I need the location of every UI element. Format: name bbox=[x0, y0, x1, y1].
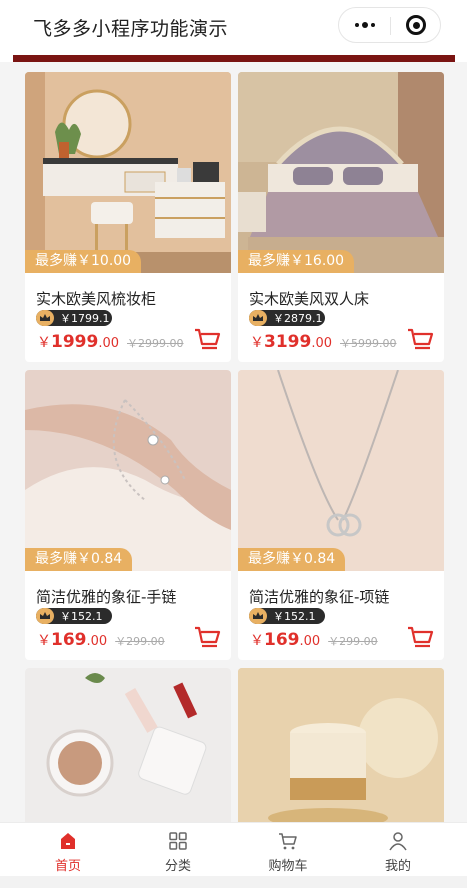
price: ￥169.00 ￥299.00 bbox=[37, 630, 165, 650]
product-image[interactable]: 最多赚￥0.84 bbox=[238, 370, 444, 571]
cart-icon bbox=[279, 833, 297, 850]
tab-category[interactable]: 分类 bbox=[120, 823, 236, 877]
price: ￥1999.00 ￥2999.00 bbox=[37, 332, 184, 352]
price-decimal: .00 bbox=[299, 634, 321, 649]
product-card[interactable]: 最多赚￥0.84 简洁优雅的象征-项链 ￥152.1 ￥169.00 ￥299.0… bbox=[238, 370, 444, 660]
tab-home[interactable]: 首页 bbox=[10, 823, 126, 877]
tab-label: 我的 bbox=[384, 859, 411, 874]
earn-badge: 最多赚￥0.84 bbox=[238, 548, 346, 571]
price-integer: 3199 bbox=[264, 332, 312, 352]
original-price: ￥2999.00 bbox=[127, 337, 184, 350]
product-image[interactable] bbox=[238, 668, 444, 822]
product-title: 简洁优雅的象征-手链 bbox=[36, 588, 177, 606]
product-card[interactable]: 最多赚￥0.84 简洁优雅的象征-手链 ￥152.1 ￥169.00 ￥299.0… bbox=[25, 370, 231, 660]
tab-bar: 首页 分类 购物车 我的 bbox=[0, 822, 467, 876]
vip-price: ￥2879.1 bbox=[273, 312, 323, 325]
price-decimal: .00 bbox=[86, 634, 108, 649]
vip-price: ￥152.1 bbox=[273, 610, 316, 623]
original-price: ￥5999.00 bbox=[340, 337, 397, 350]
close-button[interactable] bbox=[391, 8, 441, 42]
price: ￥3199.00 ￥5999.00 bbox=[250, 332, 397, 352]
currency-symbol: ￥ bbox=[37, 335, 51, 351]
currency-symbol: ￥ bbox=[37, 633, 51, 649]
product-card[interactable]: 最多赚￥10.00 实木欧美风梳妆柜 ￥1799.1 ￥1999.00 ￥2999… bbox=[25, 72, 231, 362]
earn-badge: 最多赚￥16.00 bbox=[238, 250, 355, 273]
product-image[interactable]: 最多赚￥10.00 bbox=[25, 72, 231, 273]
product-title: 实木欧美风双人床 bbox=[249, 290, 370, 308]
product-card[interactable]: 最多赚￥16.00 实木欧美风双人床 ￥2879.1 ￥3199.00 ￥5999… bbox=[238, 72, 444, 362]
tab-label: 首页 bbox=[54, 859, 81, 874]
add-to-cart-icon[interactable] bbox=[193, 327, 221, 353]
target-circle-icon bbox=[406, 15, 426, 35]
mini-program-capsule bbox=[338, 7, 441, 43]
user-icon bbox=[389, 832, 407, 851]
currency-symbol: ￥ bbox=[250, 335, 264, 351]
tab-label: 分类 bbox=[164, 859, 191, 874]
product-image[interactable]: 最多赚￥0.84 bbox=[25, 370, 231, 571]
earn-badge: 最多赚￥0.84 bbox=[25, 548, 133, 571]
price-integer: 169 bbox=[51, 630, 87, 650]
product-title: 简洁优雅的象征-项链 bbox=[249, 588, 390, 606]
crown-icon bbox=[249, 310, 267, 326]
price: ￥169.00 ￥299.00 bbox=[250, 630, 378, 650]
more-dots-icon bbox=[354, 22, 375, 28]
home-indicator-area bbox=[0, 876, 467, 888]
product-image[interactable] bbox=[25, 668, 231, 822]
product-title: 实木欧美风梳妆柜 bbox=[36, 290, 157, 308]
home-icon bbox=[61, 833, 75, 849]
tab-me[interactable]: 我的 bbox=[340, 823, 456, 877]
tab-cart[interactable]: 购物车 bbox=[230, 823, 346, 877]
product-card[interactable] bbox=[238, 668, 444, 822]
grid-icon bbox=[169, 832, 187, 850]
navigation-bar: 飞多多小程序功能演示 bbox=[0, 0, 467, 52]
vip-price: ￥1799.1 bbox=[60, 312, 110, 325]
product-card[interactable] bbox=[25, 668, 231, 822]
add-to-cart-icon[interactable] bbox=[406, 327, 434, 353]
product-grid: 最多赚￥10.00 实木欧美风梳妆柜 ￥1799.1 ￥1999.00 ￥2999… bbox=[0, 62, 467, 822]
original-price: ￥299.00 bbox=[328, 635, 378, 648]
vip-price-badge: ￥152.1 bbox=[36, 608, 112, 624]
crown-icon bbox=[249, 608, 267, 624]
vip-price-badge: ￥2879.1 bbox=[249, 310, 325, 326]
earn-badge: 最多赚￥10.00 bbox=[25, 250, 142, 273]
price-decimal: .00 bbox=[98, 336, 120, 351]
page-title: 飞多多小程序功能演示 bbox=[33, 18, 229, 40]
more-button[interactable] bbox=[339, 8, 390, 42]
tab-label: 购物车 bbox=[268, 859, 308, 874]
vip-price: ￥152.1 bbox=[60, 610, 103, 623]
add-to-cart-icon[interactable] bbox=[193, 625, 221, 651]
price-integer: 169 bbox=[264, 630, 300, 650]
add-to-cart-icon[interactable] bbox=[406, 625, 434, 651]
crown-icon bbox=[36, 608, 54, 624]
vip-price-badge: ￥152.1 bbox=[249, 608, 325, 624]
banner-strip bbox=[13, 55, 455, 62]
price-decimal: .00 bbox=[311, 336, 333, 351]
crown-icon bbox=[36, 310, 54, 326]
original-price: ￥299.00 bbox=[115, 635, 165, 648]
product-image[interactable]: 最多赚￥16.00 bbox=[238, 72, 444, 273]
vip-price-badge: ￥1799.1 bbox=[36, 310, 112, 326]
price-integer: 1999 bbox=[51, 332, 99, 352]
currency-symbol: ￥ bbox=[250, 633, 264, 649]
